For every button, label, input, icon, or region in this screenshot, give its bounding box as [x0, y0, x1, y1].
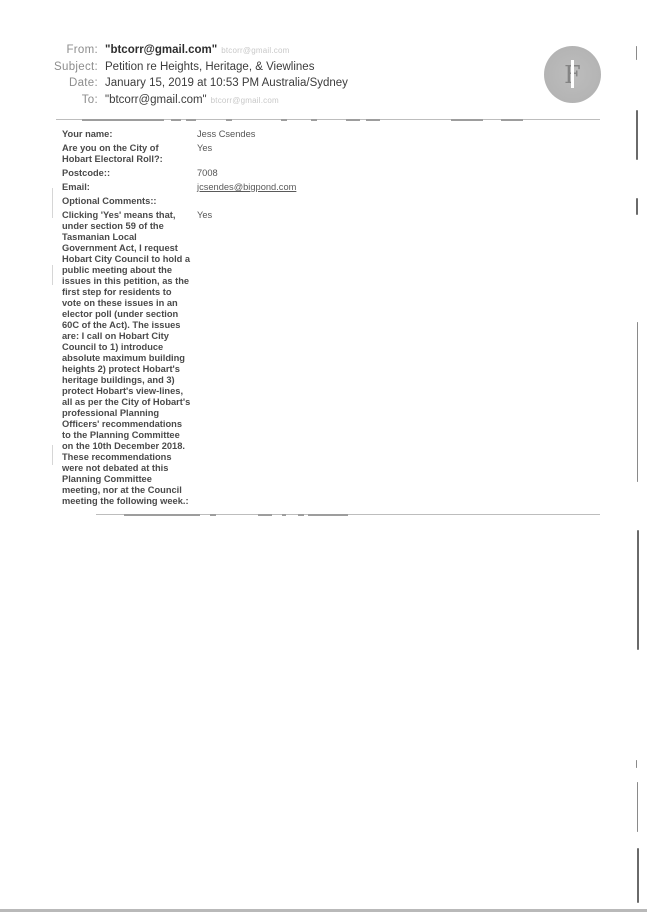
scan-artifact: [637, 848, 639, 903]
form-row-email: Email: jcsendes@bigpond.com: [62, 182, 582, 196]
from-address-faint: btcorr@gmail.com: [221, 46, 290, 55]
form-row-name: Your name: Jess Csendes: [62, 129, 582, 143]
consent-label-line: public meeting about the: [62, 265, 173, 275]
subject-value: Petition re Heights, Heritage, & Viewlin…: [105, 60, 315, 73]
consent-label-line: Hobart City Council to hold a: [62, 254, 191, 264]
consent-label-line: 60C of the Act). The issues: [62, 320, 181, 330]
field-label-consent: Clicking 'Yes' means that, under section …: [62, 210, 197, 510]
subject-row: Subject: Petition re Heights, Heritage, …: [40, 61, 500, 78]
form-row-electoral-roll: Are you on the City of Hobart Electoral …: [62, 143, 582, 168]
consent-label-line: are: I call on Hobart City: [62, 331, 169, 341]
consent-label-line: on the 10th December 2018.: [62, 441, 185, 451]
field-value-electoral-roll: Yes: [197, 143, 213, 153]
consent-label-line: heights 2) protect Hobart's: [62, 364, 180, 374]
email-header: From: "btcorr@gmail.com" btcorr@gmail.co…: [40, 44, 500, 110]
sender-avatar-icon: F: [544, 46, 601, 103]
date-row: Date: January 15, 2019 at 10:53 PM Austr…: [40, 77, 500, 94]
scan-artifact: [636, 46, 637, 60]
from-label: From:: [66, 44, 98, 56]
scan-artifact: [52, 445, 53, 465]
petition-form: Your name: Jess Csendes Are you on the C…: [62, 129, 582, 510]
consent-label-line: first step for residents to: [62, 287, 172, 297]
consent-label-line: meeting the following week.:: [62, 496, 189, 506]
field-label-name: Your name:: [62, 129, 113, 139]
field-value-email-link[interactable]: jcsendes@bigpond.com: [197, 182, 296, 193]
date-value: January 15, 2019 at 10:53 PM Australia/S…: [105, 77, 348, 89]
consent-label-line: Clicking 'Yes' means that,: [62, 210, 176, 220]
scan-artifact: [52, 188, 53, 218]
form-row-postcode: Postcode:: 7008: [62, 168, 582, 182]
to-row: To: "btcorr@gmail.com" btcorr@gmail.com: [40, 94, 500, 111]
avatar-mark: [571, 60, 574, 88]
scan-artifact: [637, 322, 638, 482]
from-row: From: "btcorr@gmail.com" btcorr@gmail.co…: [40, 44, 500, 61]
to-label: To:: [81, 93, 98, 106]
field-label-postcode: Postcode::: [62, 168, 111, 178]
consent-label-line: were not debated at this: [62, 463, 169, 473]
consent-label-line: vote on these issues in an: [62, 298, 178, 308]
to-value[interactable]: "btcorr@gmail.com": [105, 94, 207, 106]
consent-label-line: under section 59 of the: [62, 221, 164, 231]
consent-label-line: Tasmanian Local: [62, 232, 137, 242]
footer-divider: [96, 513, 600, 516]
consent-label-line: meeting, nor at the Council: [62, 485, 182, 495]
to-address-faint: btcorr@gmail.com: [210, 95, 279, 105]
field-value-postcode: 7008: [197, 168, 218, 178]
field-label-email: Email:: [62, 182, 90, 192]
field-label-comments: Optional Comments::: [62, 196, 157, 206]
scan-artifact: [637, 782, 638, 832]
consent-label-line: all as per the City of Hobart's: [62, 397, 191, 407]
scan-artifact: [636, 198, 638, 215]
consent-label-line: protect Hobart's view-lines,: [62, 386, 184, 396]
consent-label-line: professional Planning: [62, 408, 160, 418]
header-divider: [56, 118, 600, 121]
consent-label-line: Council to 1) introduce: [62, 342, 164, 352]
date-label: Date:: [69, 77, 98, 89]
consent-label-line: elector poll (under section: [62, 309, 179, 319]
scan-artifact: [52, 265, 53, 285]
consent-label-line: Government Act, I request: [62, 243, 178, 253]
field-value-consent: Yes: [197, 210, 213, 220]
from-value[interactable]: "btcorr@gmail.com": [105, 44, 217, 56]
consent-label-line: These recommendations: [62, 452, 172, 462]
consent-label-line: absolute maximum building: [62, 353, 185, 363]
scan-artifact: [636, 760, 637, 768]
form-row-comments: Optional Comments::: [62, 196, 582, 210]
scan-artifact: [636, 110, 638, 160]
subject-label: Subject:: [54, 60, 98, 73]
consent-label-line: Planning Committee: [62, 474, 152, 484]
field-value-name: Jess Csendes: [197, 129, 256, 139]
field-label-electoral-roll: Are you on the City of Hobart Electoral …: [62, 143, 163, 164]
consent-label-line: issues in this petition, as the: [62, 276, 190, 286]
consent-label-line: to the Planning Committee: [62, 430, 180, 440]
consent-label-line: Officers' recommendations: [62, 419, 183, 429]
form-row-consent: Clicking 'Yes' means that, under section …: [62, 210, 582, 510]
scan-artifact: [637, 530, 639, 650]
consent-label-line: heritage buildings, and 3): [62, 375, 175, 385]
